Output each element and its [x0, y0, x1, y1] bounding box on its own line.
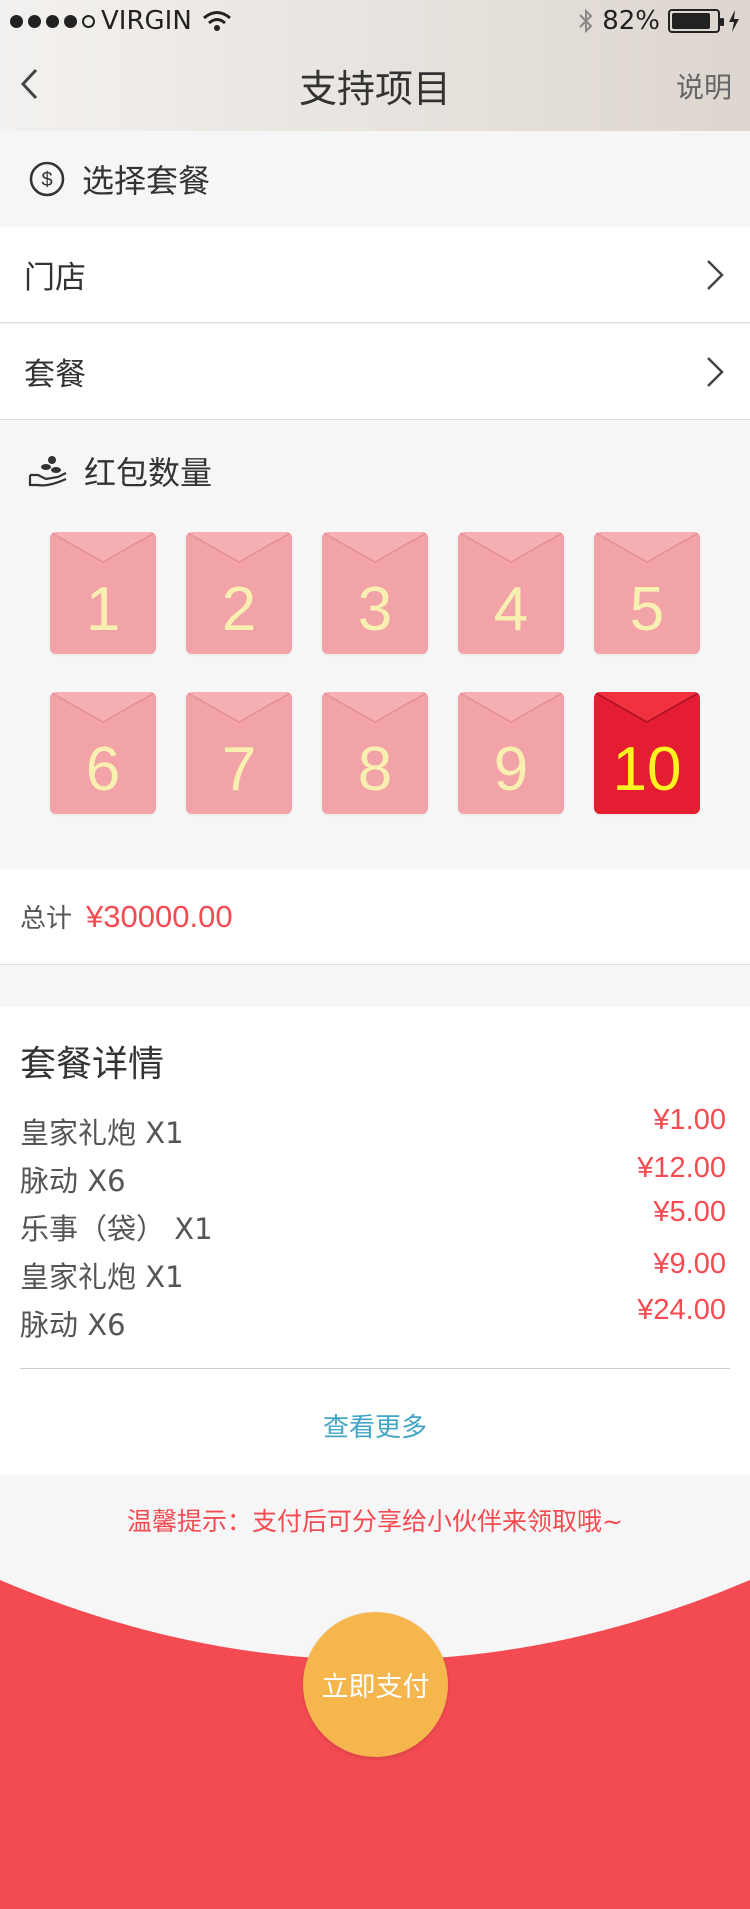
detail-item-price: ¥12.00	[637, 1152, 726, 1184]
red-packet-number: 6	[85, 735, 121, 804]
pay-now-label: 立即支付	[321, 1672, 430, 1703]
detail-item-name: 皇家礼炮 X1	[20, 1260, 184, 1294]
red-packet-option[interactable]: 4	[458, 532, 564, 654]
detail-item-name: 皇家礼炮 X1	[20, 1116, 184, 1150]
envelope-flap-icon	[322, 532, 428, 563]
red-packet-option-selected[interactable]: 10	[594, 692, 700, 814]
red-packet-option[interactable]: 6	[50, 692, 156, 814]
hand-coins-icon	[28, 456, 67, 487]
red-packet-number: 4	[493, 575, 529, 644]
detail-item: 乐事（袋） X1 ¥5.00	[20, 1196, 726, 1248]
detail-item: 皇家礼炮 X1 ¥9.00	[20, 1248, 726, 1296]
wifi-icon	[202, 11, 231, 31]
envelope-flap-icon	[458, 532, 564, 563]
package-row[interactable]: 套餐	[0, 324, 750, 420]
red-packet-number: 7	[221, 735, 257, 804]
red-packet-number: 8	[357, 735, 393, 804]
detail-item-name: 脉动 X6	[20, 1164, 126, 1198]
status-right: 82%	[578, 6, 740, 36]
detail-item: 脉动 X6 ¥24.00	[20, 1294, 726, 1344]
chevron-right-icon	[707, 259, 724, 290]
total-amount: ¥30000.00	[86, 898, 233, 934]
red-packet-option[interactable]: 5	[594, 532, 700, 654]
tip-text: 温馨提示：支付后可分享给小伙伴来领取哦~	[127, 1507, 623, 1536]
detail-item: 脉动 X6 ¥12.00	[20, 1152, 726, 1200]
store-row[interactable]: 门店	[0, 227, 750, 323]
package-label: 套餐	[24, 357, 86, 393]
top-bar: VIRGIN 82% 支持项目 说明	[0, 0, 750, 131]
red-packet-header: 红包数量	[0, 423, 750, 519]
battery-percent: 82%	[602, 6, 660, 36]
divider	[20, 1368, 730, 1369]
detail-item-price: ¥9.00	[653, 1248, 726, 1280]
detail-item: 皇家礼炮 X1 ¥1.00	[20, 1104, 726, 1152]
battery-icon	[668, 9, 724, 33]
red-packet-number: 10	[612, 735, 682, 804]
svg-text:$: $	[41, 169, 52, 191]
pay-now-button[interactable]: 立即支付	[303, 1612, 448, 1757]
chevron-right-icon	[707, 356, 724, 387]
signal-strength-icon	[10, 14, 95, 28]
envelope-flap-icon	[50, 532, 156, 563]
red-packet-title: 红包数量	[84, 454, 213, 492]
detail-item-price: ¥1.00	[653, 1104, 726, 1136]
detail-item-name: 乐事（袋） X1	[20, 1212, 213, 1246]
red-packet-option[interactable]: 1	[50, 532, 156, 654]
red-packet-number: 3	[357, 575, 393, 644]
select-package-header: $ 选择套餐	[0, 131, 750, 227]
store-label: 门店	[24, 260, 86, 296]
package-details-card: 套餐详情 皇家礼炮 X1 ¥1.00 脉动 X6 ¥12.00 乐事（袋） X1…	[0, 1007, 750, 1475]
envelope-flap-icon	[50, 692, 156, 723]
detail-item-price: ¥5.00	[653, 1196, 726, 1228]
help-button[interactable]: 说明	[676, 66, 732, 106]
dollar-coin-icon: $	[29, 161, 65, 197]
red-packet-number: 2	[221, 575, 257, 644]
envelope-flap-icon	[594, 532, 700, 563]
envelope-flap-icon	[186, 692, 292, 723]
red-packet-number: 9	[493, 735, 529, 804]
red-packet-option[interactable]: 7	[186, 692, 292, 814]
envelope-flap-icon	[458, 692, 564, 723]
red-packet-number: 5	[629, 575, 665, 644]
red-packet-option[interactable]: 3	[322, 532, 428, 654]
detail-item-name: 脉动 X6	[20, 1308, 126, 1342]
carrier-name: VIRGIN	[101, 6, 192, 36]
red-packet-option[interactable]: 9	[458, 692, 564, 814]
red-packet-option[interactable]: 8	[322, 692, 428, 814]
red-packet-number: 1	[85, 575, 121, 644]
carrier-info: VIRGIN	[10, 6, 232, 36]
view-more-link[interactable]: 查看更多	[0, 1407, 750, 1444]
details-title: 套餐详情	[20, 1044, 165, 1085]
select-package-title: 选择套餐	[82, 162, 211, 200]
envelope-flap-icon	[186, 532, 292, 563]
page-title: 支持项目	[298, 67, 451, 111]
total-label: 总计	[20, 904, 73, 934]
envelope-flap-icon	[322, 692, 428, 723]
charging-icon	[729, 10, 739, 32]
detail-item-price: ¥24.00	[637, 1294, 726, 1326]
red-packet-option[interactable]: 2	[186, 532, 292, 654]
status-bar: VIRGIN 82%	[0, 0, 750, 40]
total-row: 总计 ¥30000.00	[0, 869, 750, 965]
envelope-flap-icon	[594, 692, 700, 723]
bluetooth-icon	[579, 8, 593, 34]
